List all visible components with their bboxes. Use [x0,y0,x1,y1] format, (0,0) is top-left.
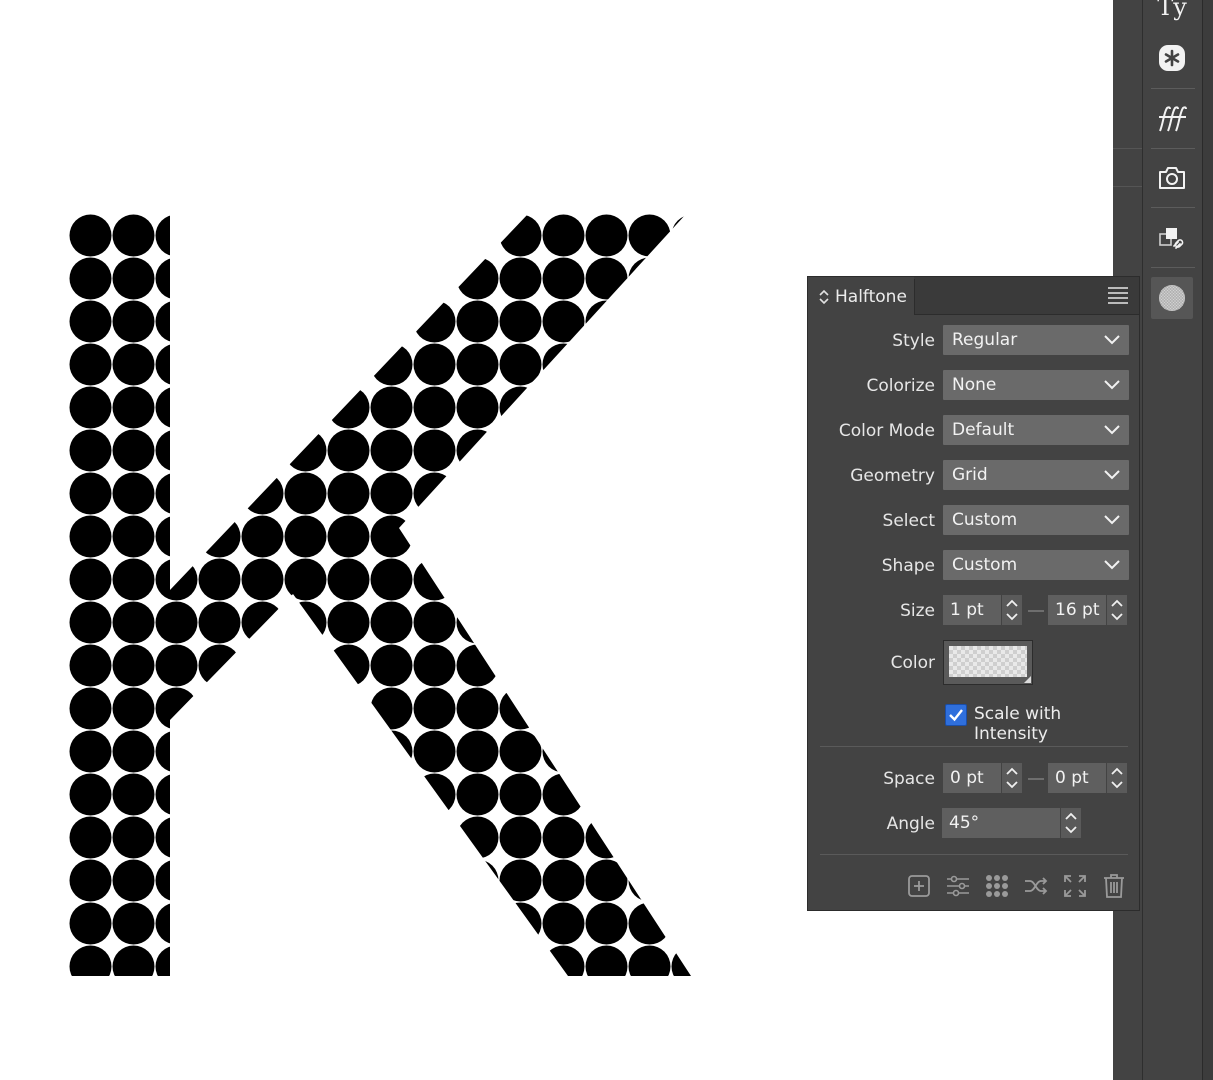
chevron-down-icon [1104,335,1120,345]
add-icon[interactable] [906,873,932,899]
style-dropdown[interactable]: Regular [943,325,1129,355]
size-min-value: 1 pt [950,600,984,620]
glyph-browser-button[interactable] [1151,37,1193,79]
panel-tab-strip [914,277,1139,315]
size-min-stepper[interactable] [1002,595,1022,625]
size-max-input[interactable]: 16 pt [1048,595,1106,625]
range-dash [1028,778,1044,780]
colorize-label: Colorize [866,376,936,396]
stepper-arrows-icon [1006,767,1018,789]
space-label: Space [883,769,935,789]
panel-title: Halftone [835,286,907,307]
stepper-arrows-icon [1065,812,1077,834]
trash-icon[interactable] [1101,873,1127,899]
angle-label: Angle [886,814,935,834]
scale-with-intensity-label: Scale with Intensity [974,704,1062,744]
halftone-panel: Halftone Style Regular Colorize None Col… [807,276,1140,911]
angle-input[interactable]: 45° [942,808,1060,838]
geometry-dropdown[interactable]: Grid [943,460,1129,490]
select-dropdown[interactable]: Custom [943,505,1129,535]
transparent-checker [949,646,1027,677]
asterisk-badge-icon [1159,45,1185,71]
halftone-panel-tab[interactable]: Halftone [810,279,915,314]
halftone-panel-button[interactable] [1151,277,1193,319]
color-mode-dropdown[interactable]: Default [943,415,1129,445]
range-dash [1028,610,1044,612]
linked-layers-button[interactable] [1151,217,1193,259]
chevron-down-icon [1104,560,1120,570]
colorize-dropdown[interactable]: None [943,370,1129,400]
section-divider [820,854,1128,855]
geometry-label: Geometry [850,466,935,486]
chevron-down-icon [1104,470,1120,480]
text-styles-button[interactable]: Ty [1151,0,1193,28]
adjust-sliders-icon[interactable] [945,873,971,899]
studio-toolbar: Ty [1142,0,1202,1080]
dot-grid-icon[interactable] [984,873,1010,899]
size-label: Size [900,601,935,621]
style-value: Regular [952,330,1018,350]
swatch-corner-icon [1024,676,1031,683]
shuffle-icon[interactable] [1023,873,1049,899]
space-max-stepper[interactable] [1107,763,1127,793]
select-value: Custom [952,510,1018,530]
size-max-value: 16 pt [1055,600,1100,620]
font-manager-button[interactable] [1151,98,1193,140]
halftone-icon [1159,285,1185,311]
chevron-down-icon [1104,515,1120,525]
select-label: Select [882,511,935,531]
shape-label: Shape [881,556,935,576]
shape-dropdown[interactable]: Custom [943,550,1129,580]
shape-value: Custom [952,555,1018,575]
space-min-value: 0 pt [950,768,984,788]
size-min-input[interactable]: 1 pt [943,595,1001,625]
angle-stepper[interactable] [1061,808,1081,838]
angle-value: 45° [949,813,980,833]
geometry-value: Grid [952,465,988,485]
halftone-letter-k[interactable] [0,0,800,1080]
color-label: Color [890,653,935,673]
checkmark-icon [949,709,963,722]
size-max-stepper[interactable] [1107,595,1127,625]
snapshots-button[interactable] [1151,157,1193,199]
fff-icon [1159,106,1187,132]
style-label: Style [892,331,935,351]
color-mode-value: Default [952,420,1015,440]
space-min-stepper[interactable] [1002,763,1022,793]
space-max-value: 0 pt [1055,768,1089,788]
collapse-chevron-icon[interactable] [818,289,830,305]
expand-icon[interactable] [1062,873,1088,899]
chevron-down-icon [1104,425,1120,435]
chevron-down-icon [1104,380,1120,390]
camera-icon [1159,167,1185,189]
panel-menu-icon[interactable] [1107,286,1129,304]
window-edge [1202,0,1213,1080]
space-min-input[interactable]: 0 pt [943,763,1001,793]
section-divider [820,746,1128,747]
text-styles-label: Ty [1157,0,1187,21]
stepper-arrows-icon [1111,599,1123,621]
color-mode-label: Color Mode [838,421,935,441]
scale-with-intensity-checkbox[interactable] [945,704,967,726]
stepper-arrows-icon [1111,767,1123,789]
space-max-input[interactable]: 0 pt [1048,763,1106,793]
linked-layers-icon [1159,228,1184,249]
stepper-arrows-icon [1006,599,1018,621]
color-swatch[interactable] [943,640,1033,685]
colorize-value: None [952,375,997,395]
